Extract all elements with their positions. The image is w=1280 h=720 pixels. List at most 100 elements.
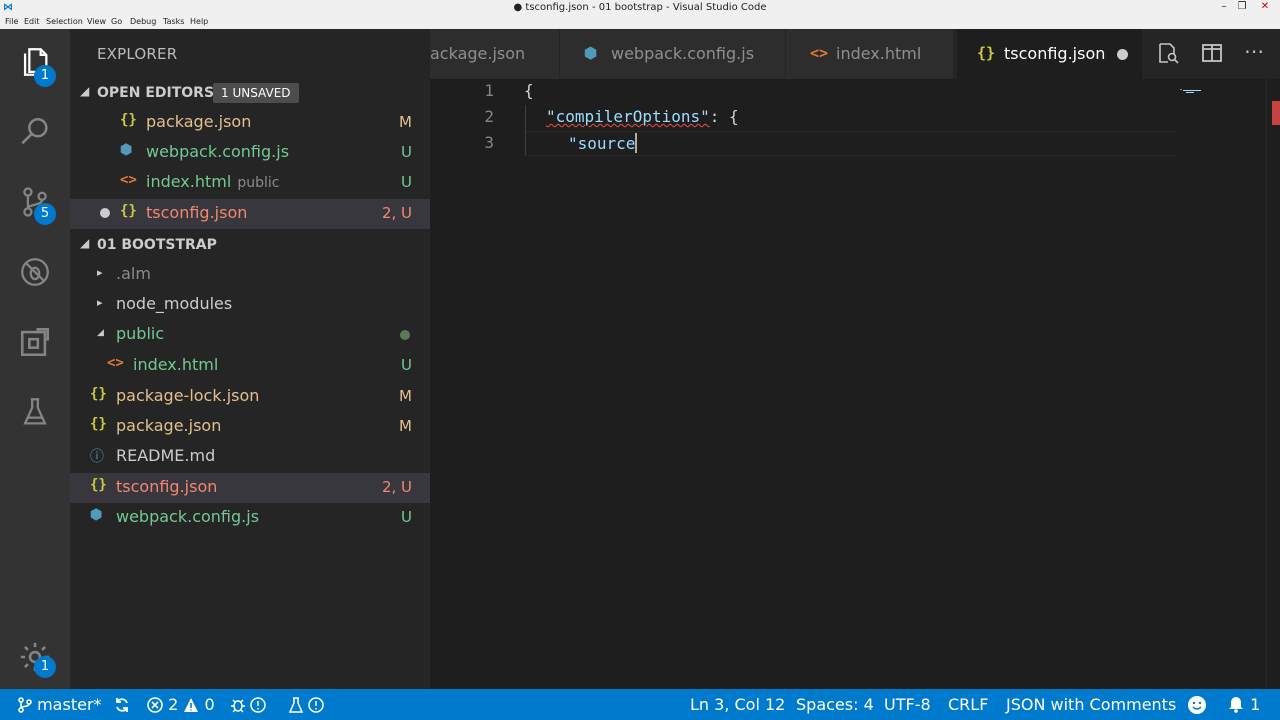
text-cursor	[635, 133, 638, 153]
tree-item-file-active[interactable]: {} tsconfig.json 2, U	[70, 473, 430, 503]
line-number: 1	[484, 81, 494, 100]
activity-bar: 1 5 1	[0, 29, 70, 689]
tree-item-file[interactable]: ⓘ README.md	[70, 442, 430, 472]
menu-debug[interactable]: Debug	[130, 17, 156, 26]
html-file-icon: <>	[120, 172, 137, 188]
json-file-icon: {}	[120, 112, 137, 128]
menu-tasks[interactable]: Tasks	[163, 17, 184, 26]
minimize-icon[interactable]: –	[1215, 0, 1233, 16]
search-icon[interactable]	[10, 107, 60, 157]
language-mode[interactable]: JSON with Comments	[1006, 695, 1176, 714]
debug-status-icon[interactable]	[230, 695, 266, 714]
error-icon	[147, 697, 163, 713]
code-line-2: "compilerOptions": {	[546, 107, 739, 126]
tree-item-file[interactable]: {} package.json M	[70, 412, 430, 442]
menu-file[interactable]: File	[5, 17, 18, 26]
debug-icon[interactable]	[10, 247, 60, 297]
test-flask-icon[interactable]	[10, 387, 60, 437]
feedback-smiley-icon[interactable]	[1187, 695, 1207, 716]
scm-badge: 5	[34, 203, 56, 225]
editor-tab-bar: ackage.json ⬢ webpack.config.js <> index…	[430, 29, 1280, 79]
error-squiggle: "compilerOptions"	[546, 107, 710, 126]
notifications-indicator[interactable]: 1	[1227, 695, 1260, 714]
vertical-scrollbar[interactable]	[1266, 79, 1280, 689]
code-editor[interactable]: 1 2 3 { "compilerOptions": { "source	[430, 79, 1280, 689]
info-file-icon: ⓘ	[90, 449, 104, 465]
sync-icon[interactable]	[114, 695, 130, 714]
scrollbar-error-marker	[1272, 101, 1280, 125]
problems-indicator[interactable]: 2 0	[147, 695, 215, 714]
split-editor-icon[interactable]	[1200, 41, 1226, 67]
tree-item-folder[interactable]: ▸ node_modules	[70, 290, 430, 320]
open-editor-item[interactable]: {} package.json M	[70, 108, 430, 138]
chevron-down-icon: ◢	[97, 328, 104, 338]
git-branch-icon	[18, 697, 32, 713]
menu-bar: File Edit Selection View Go Debug Tasks …	[0, 16, 1280, 29]
menu-edit[interactable]: Edit	[24, 17, 40, 26]
git-status: M	[399, 113, 412, 131]
restore-icon[interactable]: ❐	[1233, 0, 1251, 16]
open-editors-header[interactable]: ◢ OPEN EDITORS 1 UNSAVED	[70, 79, 430, 107]
unsaved-badge: 1 UNSAVED	[213, 83, 299, 103]
bell-icon	[1229, 697, 1243, 713]
more-actions-icon[interactable]: ⋯	[1244, 41, 1270, 67]
chevron-right-icon: ▸	[97, 296, 103, 309]
encoding[interactable]: UTF-8	[884, 695, 931, 714]
git-status: U	[401, 143, 412, 161]
folder-hint: public	[237, 175, 280, 191]
line-ending[interactable]: CRLF	[948, 695, 988, 714]
git-status: U	[401, 356, 412, 374]
sidebar-title: EXPLORER	[97, 45, 178, 63]
tree-item-file[interactable]: ⬢ webpack.config.js U	[70, 503, 430, 533]
cursor-position[interactable]: Ln 3, Col 12	[690, 695, 785, 714]
test-status-icon[interactable]	[288, 695, 324, 714]
json-file-icon: {}	[120, 203, 137, 219]
git-status: U	[401, 508, 412, 526]
open-editor-item[interactable]: ⬢ webpack.config.js U	[70, 138, 430, 168]
open-changes-icon[interactable]	[1156, 41, 1182, 67]
warning-icon	[184, 698, 199, 712]
folder-change-dot-icon	[400, 330, 410, 340]
open-editor-item-active[interactable]: {} tsconfig.json 2, U	[70, 199, 430, 229]
json-file-icon: {}	[90, 416, 107, 432]
html-file-icon: <>	[810, 44, 829, 62]
minimap[interactable]	[1180, 79, 1210, 93]
line-number: 3	[484, 133, 494, 152]
code-line-1: {	[524, 81, 534, 100]
settings-badge: 1	[34, 656, 56, 678]
tree-item-folder[interactable]: ◢ public	[70, 320, 430, 350]
json-file-icon: {}	[90, 477, 107, 493]
branch-indicator[interactable]: master*	[18, 695, 102, 714]
html-file-icon: <>	[107, 355, 124, 371]
close-icon[interactable]: ✕	[1256, 0, 1274, 16]
git-status: U	[401, 173, 412, 191]
tab-index-html[interactable]: <> index.html	[786, 29, 954, 79]
explorer-sidebar: EXPLORER ◢ OPEN EDITORS 1 UNSAVED {} pac…	[70, 29, 430, 689]
chevron-right-icon: ▸	[97, 266, 103, 279]
git-status: 2, U	[381, 478, 412, 496]
collapse-triangle-icon: ◢	[80, 84, 90, 98]
json-file-icon: {}	[90, 386, 107, 402]
tree-item-file[interactable]: <> index.html U	[70, 351, 430, 381]
menu-selection[interactable]: Selection	[46, 17, 83, 26]
unsaved-dot-icon[interactable]	[1117, 49, 1128, 60]
folder-header[interactable]: ◢ 01 BOOTSTRAP	[70, 231, 430, 259]
git-status: M	[399, 417, 412, 435]
tab-package-json[interactable]: ackage.json	[430, 29, 560, 79]
unsaved-dot-icon[interactable]	[100, 208, 110, 218]
menu-view[interactable]: View	[87, 17, 106, 26]
git-status: M	[399, 387, 412, 405]
extensions-icon[interactable]	[10, 317, 60, 367]
tab-tsconfig-json[interactable]: {} tsconfig.json	[957, 29, 1143, 79]
tab-webpack-config[interactable]: ⬢ webpack.config.js	[560, 29, 786, 79]
menu-help[interactable]: Help	[190, 17, 208, 26]
explorer-badge: 1	[34, 65, 56, 87]
menu-go[interactable]: Go	[111, 17, 122, 26]
window-title: ● tsconfig.json - 01 bootstrap - Visual …	[513, 2, 767, 13]
indentation[interactable]: Spaces: 4	[796, 695, 874, 714]
tree-item-file[interactable]: {} package-lock.json M	[70, 382, 430, 412]
indent-guide	[525, 105, 526, 155]
webpack-file-icon: ⬢	[90, 507, 103, 523]
open-editor-item[interactable]: <> index.html public U	[70, 168, 430, 198]
tree-item-folder[interactable]: ▸ .alm	[70, 260, 430, 290]
